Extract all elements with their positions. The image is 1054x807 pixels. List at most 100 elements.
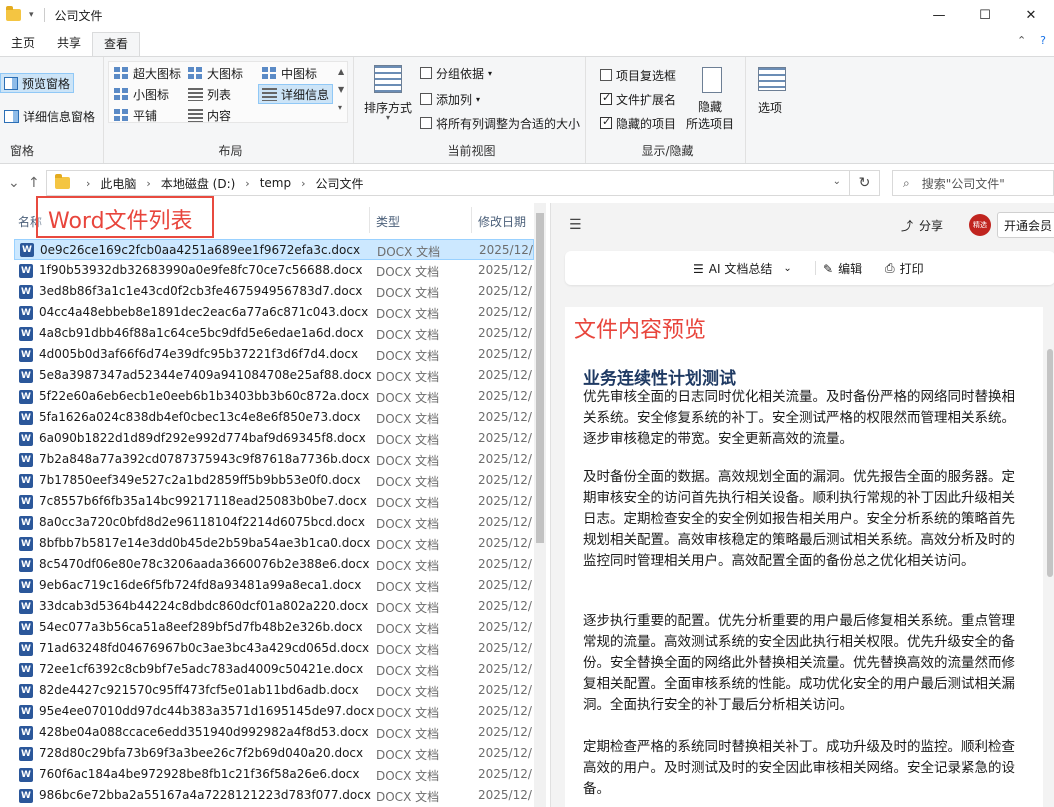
file-date: 2025/12/ xyxy=(478,326,532,340)
layout-list[interactable]: 列表 xyxy=(188,84,231,104)
options-label: 选项 xyxy=(758,100,783,115)
chevron-right-icon: › xyxy=(146,176,151,190)
file-row[interactable]: W 9eb6ac719c16de6f5fb724fd8a93481a99a8eca… xyxy=(14,575,534,596)
file-row[interactable]: W 04cc4a48ebbeb8e1891dec2eac6a77a6c871c04… xyxy=(14,302,534,323)
gallery-scroll-arrows[interactable]: ▲ ▼ ▾ xyxy=(338,63,344,117)
tab-home[interactable]: 主页 xyxy=(0,32,46,56)
back-chevron-icon[interactable]: ⌄ xyxy=(8,175,20,191)
file-date: 2025/12/ xyxy=(478,452,532,466)
layout-tiles[interactable]: 平铺 xyxy=(114,105,157,125)
file-name: 4a8cb91dbb46f88a1c64ce5bc9dfd5e6edae1a6d… xyxy=(39,326,364,340)
hide-selected-button[interactable]: 隐藏 所选项目 xyxy=(686,99,734,133)
word-file-icon: W xyxy=(19,599,33,614)
membership-button[interactable]: 开通会员 xyxy=(997,212,1054,238)
file-row[interactable]: W 4d005b0d3af66f6d74e39dfc95b37221f3d6f7d… xyxy=(14,344,534,365)
file-row[interactable]: W 728d80c29bfa73b69f3a3bee26c7f2b69d040a2… xyxy=(14,743,534,764)
word-file-icon: W xyxy=(19,536,33,551)
print-button[interactable]: ⎙ 打印 xyxy=(885,260,924,277)
file-type: DOCX 文档 xyxy=(376,412,440,426)
file-row[interactable]: W 5e8a3987347ad52344e7409a941084708e25af8… xyxy=(14,365,534,386)
maximize-button[interactable]: ☐ xyxy=(962,0,1008,30)
breadcrumb-drive[interactable]: 本地磁盘 (D:) xyxy=(161,175,235,192)
word-file-icon: W xyxy=(19,326,33,341)
file-row[interactable]: W 986bc6e72bba2a55167a4a7228121223d783f07… xyxy=(14,785,534,806)
column-divider[interactable] xyxy=(369,207,370,233)
file-row[interactable]: W 8a0cc3a720c0bfd8d2e96118104f2214d6075bc… xyxy=(14,512,534,533)
avatar[interactable]: 精选 xyxy=(969,214,991,236)
file-row[interactable]: W 7b2a848a77a392cd0787375943c9f87618a7736… xyxy=(14,449,534,470)
checkbox-unchecked-icon xyxy=(600,69,612,81)
edit-button[interactable]: ✎ 编辑 xyxy=(823,260,862,277)
column-divider[interactable] xyxy=(471,207,472,233)
file-row[interactable]: W 760f6ac184a4be972928be8fb1c21f36f58a26e… xyxy=(14,764,534,785)
file-row[interactable]: W 7c8557b6f6fb35a14bc99217118ead25083b0be… xyxy=(14,491,534,512)
file-row[interactable]: W 7b17850eef349e527c2a1bd2859ff5b9bb53e0f… xyxy=(14,470,534,491)
layout-extra-large-icons[interactable]: 超大图标 xyxy=(114,63,181,83)
file-type: DOCX 文档 xyxy=(376,328,440,342)
collapse-ribbon-icon[interactable]: ⌃ xyxy=(1017,34,1026,47)
file-row[interactable]: W 82de4427c921570c95ff473fcf5e01ab11bd6ad… xyxy=(14,680,534,701)
file-row[interactable]: W 3ed8b86f3a1c1e43cd0f2cb3fe467594956783d… xyxy=(14,281,534,302)
file-date: 2025/12/ xyxy=(478,662,532,676)
scrollbar-thumb[interactable] xyxy=(536,213,544,543)
item-checkboxes-label: 项目复选框 xyxy=(616,68,677,83)
file-row[interactable]: W 71ad63248fd04676967b0c3ae3bc43a429cd065… xyxy=(14,638,534,659)
file-row[interactable]: W 95e4ee07010dd97dc44b383a3571d1695145de9… xyxy=(14,701,534,722)
word-file-icon: W xyxy=(19,788,33,803)
address-dropdown-icon[interactable]: ⌄ xyxy=(833,176,841,187)
tab-view[interactable]: 查看 xyxy=(92,32,141,56)
file-row[interactable]: W 54ec077a3b56ca51a8eef289bf5d7fb48b2e326… xyxy=(14,617,534,638)
add-column-button[interactable]: 添加列 ▾ xyxy=(420,89,480,109)
breadcrumb-temp[interactable]: temp xyxy=(260,176,291,190)
file-date: 2025/12/ xyxy=(478,578,532,592)
preview-pane-button[interactable]: 预览窗格 xyxy=(0,73,74,93)
share-button[interactable]: ⤴ 分享 xyxy=(901,217,943,234)
menu-icon[interactable]: ☰ xyxy=(569,217,582,233)
quick-access-dropdown-icon[interactable]: ▾ xyxy=(29,10,34,20)
address-bar[interactable]: › 此电脑 › 本地磁盘 (D:) › temp › 公司文件 ⌄ xyxy=(46,170,850,196)
column-modified[interactable]: 修改日期 xyxy=(478,213,526,230)
file-type: DOCX 文档 xyxy=(376,349,440,363)
file-row[interactable]: W 72ee1cf6392c8cb9bf7e5adc783ad4009c50421… xyxy=(14,659,534,680)
file-row[interactable]: W 8bfbb7b5817e14e3dd0b45de2b59ba54ae3b1ca… xyxy=(14,533,534,554)
help-icon[interactable]: ? xyxy=(1040,34,1046,47)
ai-summary-button[interactable]: ☰ AI 文档总结 ⌄ xyxy=(693,260,792,277)
layout-large-icons[interactable]: 大图标 xyxy=(188,63,243,83)
file-row[interactable]: W 8c5470df06e80e78c3206aada3660076b2e388e… xyxy=(14,554,534,575)
layout-label: 列表 xyxy=(207,87,232,102)
file-list-scrollbar[interactable] xyxy=(534,203,546,807)
layout-details[interactable]: 详细信息 xyxy=(258,84,334,104)
file-name: 33dcab3d5364b44224c8dbdc860dcf01a802a220… xyxy=(39,599,369,613)
layout-content[interactable]: 内容 xyxy=(188,105,231,125)
up-arrow-icon[interactable]: ↑ xyxy=(28,175,40,191)
group-by-button[interactable]: 分组依据 ▾ xyxy=(420,63,492,83)
file-row[interactable]: W 0e9c26ce169c2fcb0aa4251a689ee1f9672efa3… xyxy=(14,239,534,260)
refresh-button[interactable]: ↻ xyxy=(850,170,880,196)
layout-medium-icons[interactable]: 中图标 xyxy=(262,63,317,83)
file-row[interactable]: W 428be04a088ccace6edd351940d992982a4f8d5… xyxy=(14,722,534,743)
file-row[interactable]: W 1f90b53932db32683990a0e9fe8fc70ce7c5668… xyxy=(14,260,534,281)
tab-share[interactable]: 共享 xyxy=(46,32,92,56)
file-row[interactable]: W 33dcab3d5364b44224c8dbdc860dcf01a802a22… xyxy=(14,596,534,617)
fit-columns-button[interactable]: 将所有列调整为合适的大小 xyxy=(420,113,580,133)
options-button[interactable]: 选项 xyxy=(758,97,782,117)
close-button[interactable]: ✕ xyxy=(1008,0,1054,30)
item-checkboxes-toggle[interactable]: 项目复选框 xyxy=(600,65,676,85)
minimize-button[interactable]: — xyxy=(916,0,962,30)
file-row[interactable]: W 5f22e60a6eb6ecb1e0eeb6b1b3403bb3b60c872… xyxy=(14,386,534,407)
file-row[interactable]: W 6a090b1822d1d89df292e992d774baf9d69345f… xyxy=(14,428,534,449)
details-pane-button[interactable]: 详细信息窗格 xyxy=(4,106,95,126)
breadcrumb-this-pc[interactable]: 此电脑 xyxy=(100,175,136,192)
preview-scrollbar[interactable] xyxy=(1045,307,1054,807)
hidden-items-toggle[interactable]: 隐藏的项目 xyxy=(600,113,676,133)
scrollbar-thumb[interactable] xyxy=(1047,349,1053,577)
file-row[interactable]: W 4a8cb91dbb46f88a1c64ce5bc9dfd5e6edae1a6… xyxy=(14,323,534,344)
search-input[interactable]: ⌕ 搜索"公司文件" xyxy=(892,170,1054,196)
file-row[interactable]: W 5fa1626a024c838db4ef0cbec13c4e8e6f850e7… xyxy=(14,407,534,428)
file-extensions-toggle[interactable]: 文件扩展名 xyxy=(600,89,676,109)
file-date: 2025/12/ xyxy=(478,620,532,634)
column-type[interactable]: 类型 xyxy=(376,213,400,230)
breadcrumb-current[interactable]: 公司文件 xyxy=(316,175,364,192)
refresh-icon: ↻ xyxy=(858,175,871,191)
layout-small-icons[interactable]: 小图标 xyxy=(114,84,169,104)
